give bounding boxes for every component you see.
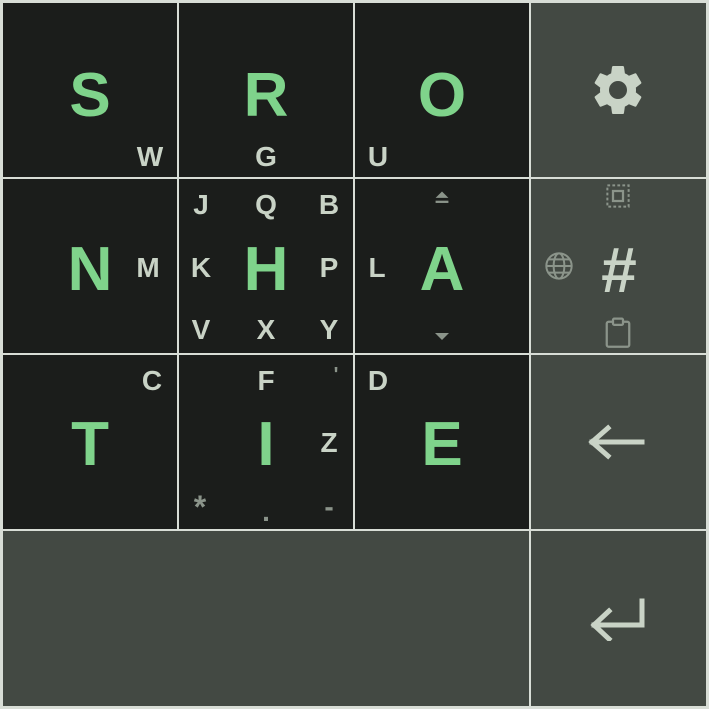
key-i-main-letter: I xyxy=(257,410,275,479)
key-t-swipe-ne: C xyxy=(141,365,163,396)
key-e-swipe-nw: D xyxy=(367,365,389,396)
numeric-key-label: # xyxy=(600,234,636,306)
key-h-swipe-nw: J xyxy=(193,189,209,220)
key-t-main-letter: T xyxy=(71,410,109,479)
key-i-swipe-n: F xyxy=(257,365,275,396)
key-i-swipe-sw: * xyxy=(193,489,207,525)
key-o-main-letter: O xyxy=(417,61,467,130)
key-r-swipe-s: G xyxy=(255,141,277,172)
key-i-swipe-se: - xyxy=(324,491,334,522)
caret-down-icon xyxy=(435,333,449,340)
key-i[interactable]: I F ' Z * . - xyxy=(179,355,353,529)
key-h-main-letter: H xyxy=(243,235,289,304)
key-i-swipe-s: . xyxy=(262,496,270,527)
key-h-swipe-s: X xyxy=(256,314,276,345)
key-a-main-letter: A xyxy=(419,235,465,304)
key-i-swipe-e: Z xyxy=(320,427,338,458)
keyboard: S W R G O U N M H J Q B K P V X Y A L # … xyxy=(0,0,709,709)
settings-key[interactable] xyxy=(531,3,706,177)
key-o[interactable]: O U xyxy=(355,3,529,177)
enter-key[interactable] xyxy=(531,531,706,706)
key-s-swipe-se: W xyxy=(136,141,164,172)
key-a[interactable]: A L xyxy=(355,179,529,353)
key-n-main-letter: N xyxy=(67,235,113,304)
key-i-swipe-ne: ' xyxy=(333,364,339,386)
globe-icon xyxy=(545,252,573,280)
key-h[interactable]: H J Q B K P V X Y xyxy=(179,179,353,353)
key-t[interactable]: T C xyxy=(3,355,177,529)
key-s[interactable]: S W xyxy=(3,3,177,177)
key-a-swipe-w: L xyxy=(368,252,386,283)
backspace-arrow-icon xyxy=(588,424,645,460)
key-n-swipe-e: M xyxy=(136,252,160,283)
numeric-key[interactable]: # xyxy=(531,179,706,353)
settings-gear-icon xyxy=(594,65,642,114)
key-s-main-letter: S xyxy=(69,61,111,130)
key-h-swipe-ne: B xyxy=(318,189,340,220)
key-n[interactable]: N M xyxy=(3,179,177,353)
select-all-icon xyxy=(606,184,630,208)
key-r-main-letter: R xyxy=(243,61,289,130)
key-h-swipe-n: Q xyxy=(255,189,277,220)
caret-up-icon xyxy=(435,191,449,203)
key-h-swipe-se: Y xyxy=(319,314,339,345)
space-key[interactable] xyxy=(3,531,529,706)
key-h-swipe-e: P xyxy=(319,252,339,283)
key-r[interactable]: R G xyxy=(179,3,353,177)
key-e[interactable]: E D xyxy=(355,355,529,529)
backspace-key[interactable] xyxy=(531,355,706,529)
key-h-swipe-sw: V xyxy=(191,314,211,345)
clipboard-icon xyxy=(605,317,631,348)
key-h-swipe-w: K xyxy=(190,252,212,283)
key-e-main-letter: E xyxy=(421,410,463,479)
enter-arrow-icon xyxy=(590,598,645,641)
key-o-swipe-sw: U xyxy=(367,141,389,172)
